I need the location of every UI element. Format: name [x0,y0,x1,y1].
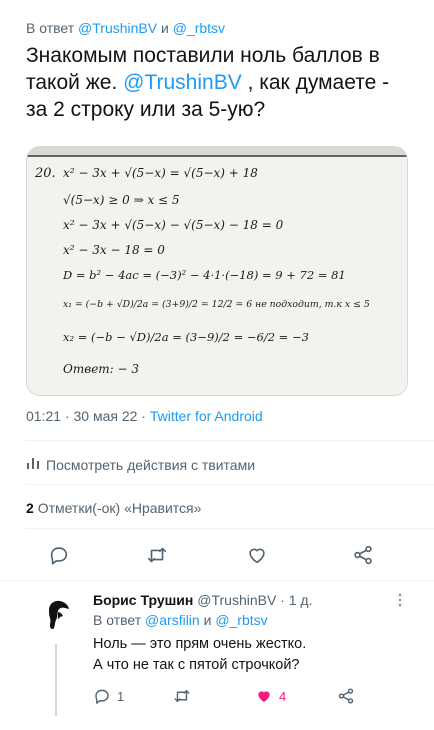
problem-number: 20. [34,166,56,181]
tweet-text: Знакомым поставили ноль баллов в такой ж… [26,42,416,123]
tweet-media-image[interactable]: 20. x² − 3x + √(5−x) = √(5−x) + 18 √(5−x… [26,146,408,396]
tweet-timestamp[interactable]: 01:21 · 30 мая 22 [26,408,137,424]
reply-like-count: 4 [279,688,287,704]
solution-line-1: x² − 3x + √(5−x) = √(5−x) + 18 [63,166,258,180]
reply-author-name[interactable]: Борис Трушин [93,592,193,608]
reply-retweet-button[interactable] [173,684,191,708]
retweet-icon [174,690,190,702]
reply-header: Борис Трушин @TrushinBV · 1 д. [93,592,313,608]
reply-text: Ноль — это прям очень жестко. А что не т… [93,634,403,676]
solution-line-5: D = b² − 4ac = (−3)² − 4·1·(−18) = 9 + 7… [62,268,346,282]
reply-tweet[interactable]: Борис Трушин @TrushinBV · 1 д. В ответ @… [0,580,434,730]
reply-to-and: и [203,612,212,628]
solution-answer: Ответ: − 3 [63,362,139,376]
thread-connector [55,644,57,716]
solution-line-4: x² − 3x − 18 = 0 [63,243,165,257]
reply-button[interactable] [44,540,74,570]
reply-share-button[interactable] [337,684,355,708]
tweet-meta: 01:21 · 30 мая 22 · Twitter for Android [26,408,263,424]
retweet-button[interactable] [142,540,172,570]
reply-author-handle[interactable]: @TrushinBV [197,592,276,608]
meta-dot: · [141,408,146,424]
reply-actions: 1 4 [93,684,393,708]
activity-label: Посмотреть действия с твитами [46,456,256,473]
solution-line-2: √(5−x) ≥ 0 ⇒ x ≤ 5 [63,193,180,207]
divider [26,440,434,441]
reply-mention-rbtsv[interactable]: @_rbtsv [215,612,267,628]
solution-line-3: x² − 3x + √(5−x) − √(5−x) − 18 = 0 [63,218,284,232]
tweet-activity-link[interactable]: Посмотреть действия с твитами [26,456,255,473]
handwritten-solution-photo: 20. x² − 3x + √(5−x) = √(5−x) + 18 √(5−x… [27,147,407,395]
reply-time[interactable]: · 1 д. [280,592,312,608]
reply-to-prefix: В ответ [26,20,75,36]
reply-to-mention-rbtsv[interactable]: @_rbtsv [173,20,225,36]
more-button[interactable] [392,592,408,608]
reply-reply-button[interactable]: 1 [93,684,124,708]
reply-replying-to: В ответ @arsfilin и @_rbtsv [93,612,268,628]
like-icon [258,691,270,702]
share-icon [338,688,354,704]
like-button[interactable] [242,540,272,570]
reply-to-and: и [160,20,169,36]
avatar[interactable] [36,596,76,636]
reply-to-line: В ответ @TrushinBV и @_rbtsv [26,20,225,36]
likes-count: 2 [26,500,34,516]
reply-text-line2: А что не так с пятой строчкой? [93,657,300,673]
more-icon [398,593,402,607]
reply-icon [50,547,68,565]
tweet-source[interactable]: Twitter for Android [150,408,263,424]
like-icon [249,548,265,564]
divider [26,528,434,529]
reply-icon [95,689,109,704]
bar-chart-icon [26,456,40,473]
reply-to-prefix: В ответ [93,612,142,628]
reply-reply-count: 1 [117,688,125,704]
reply-to-mention-trushin[interactable]: @TrushinBV [78,20,157,36]
tweet-text-mention[interactable]: @TrushinBV [123,71,242,94]
reply-text-line1: Ноль — это прям очень жестко. [93,636,307,652]
solution-line-6: x₁ = (−b + √D)/2a = (3+9)/2 = 12/2 = 6 н… [63,299,370,310]
share-icon [354,545,372,565]
reply-like-button[interactable]: 4 [255,684,286,708]
divider [26,484,434,485]
likes-label: Отметки(-ок) «Нравится» [37,500,202,516]
tweet-actions [26,540,408,570]
likes-count-link[interactable]: 2 Отметки(-ок) «Нравится» [26,500,201,516]
retweet-icon [147,547,167,563]
reply-mention-arsfilin[interactable]: @arsfilin [145,612,200,628]
share-button[interactable] [348,540,378,570]
solution-line-7: x₂ = (−b − √D)/2a = (3−9)/2 = −6/2 = −3 [63,330,309,344]
